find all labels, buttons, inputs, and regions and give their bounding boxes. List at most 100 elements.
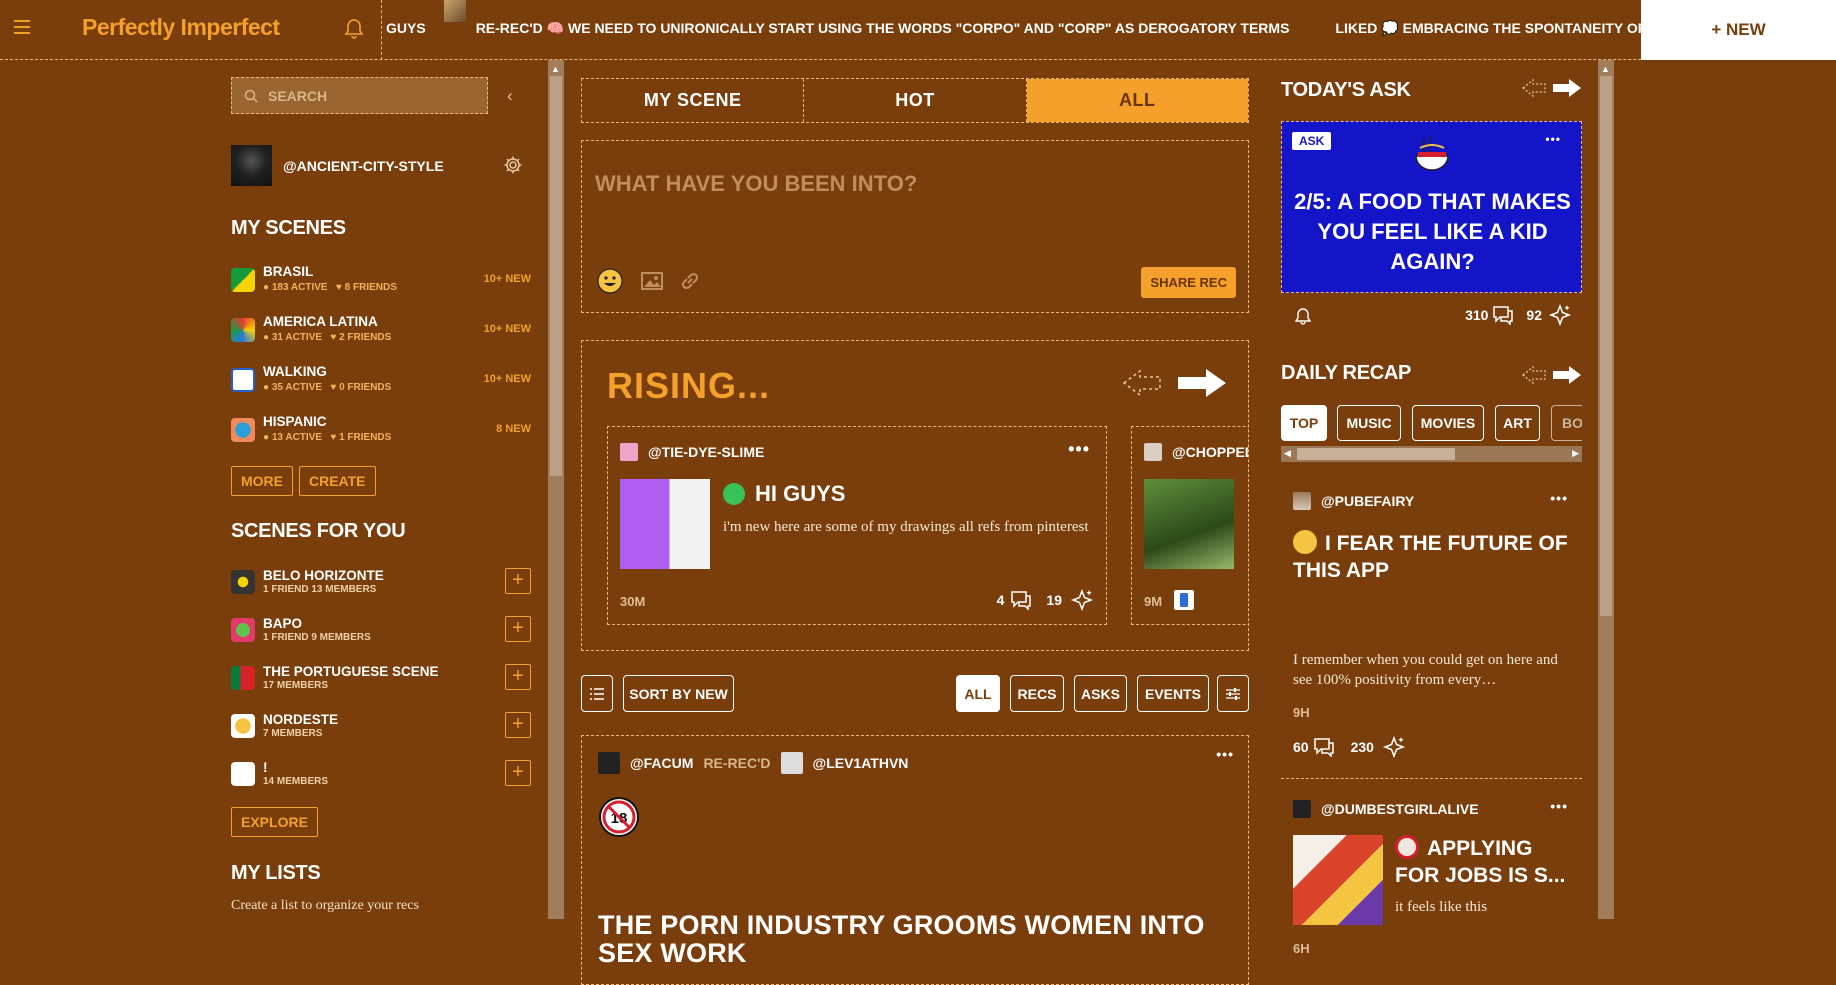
more-options-icon[interactable]: ••• [1216,746,1234,762]
scene-icon [231,570,255,594]
ask-prev-arrow-icon[interactable] [1522,78,1546,98]
scene-item-hispanic[interactable]: HISPANIC ● 13 ACTIVE ♥ 1 FRIENDS 8 NEW [231,412,531,452]
scrollbar-thumb[interactable] [1297,448,1455,460]
recap-card[interactable]: @DUMBESTGIRLALIVE ••• APPLYING FOR JOBS … [1281,740,1582,925]
card-handle: @CHOPPED [1172,444,1249,460]
scene-meta: ● 183 ACTIVE ♥ 8 FRIENDS [263,282,397,293]
card-header[interactable]: @CHOPPED [1144,443,1249,461]
recap-tab-top[interactable]: TOP [1281,405,1327,441]
scene-item-brasil[interactable]: BRASIL ● 183 ACTIVE ♥ 8 FRIENDS 10+ NEW [231,262,531,302]
card-thumbnail[interactable] [1144,479,1234,569]
sort-by-new-button[interactable]: SORT BY NEW [623,675,734,712]
card-header[interactable]: @TIE-DYE-SLIME [620,443,764,461]
recap-tabs-scrollbar[interactable]: ◀ ▶ [1281,446,1582,462]
gear-icon[interactable] [503,155,523,175]
left-scrollbar[interactable]: ▲ [548,60,564,919]
scrollbar-thumb[interactable] [1600,76,1612,616]
recap-next-arrow-icon[interactable] [1553,366,1581,384]
rising-card[interactable]: @CHOPPED 9M [1131,426,1249,625]
comment-icon[interactable] [1010,590,1032,610]
recap-tab-music[interactable]: MUSIC [1337,405,1401,441]
rerec-by[interactable]: @LEV1ATHVN [813,755,909,771]
join-scene-button[interactable]: + [505,760,531,786]
tab-my-scene[interactable]: MY SCENE [582,79,805,122]
create-scene-button[interactable]: CREATE [299,466,376,496]
notification-bell-icon[interactable] [344,18,364,40]
suggested-scene-the-portuguese-scene[interactable]: THE PORTUGUESE SCENE 17 MEMBERS + [231,664,531,704]
recap-prev-arrow-icon[interactable] [1522,365,1546,385]
join-scene-button[interactable]: + [505,664,531,690]
carousel-next-arrow-icon[interactable] [1178,369,1226,397]
rising-title: RISING... [607,365,771,406]
explore-button[interactable]: EXPLORE [231,807,318,837]
scroll-up-arrow-icon[interactable]: ▲ [1601,64,1610,74]
filter-settings-icon[interactable] [1217,675,1249,712]
filter-all-button[interactable]: ALL [956,675,1000,712]
suggested-scene-nordeste[interactable]: NORDESTE 7 MEMBERS + [231,712,531,752]
filter-recs-button[interactable]: RECS [1010,675,1064,712]
scroll-up-arrow-icon[interactable]: ▲ [551,64,560,74]
ticker-item[interactable]: GUYS [386,0,426,56]
recap-tab-books[interactable]: BO [1551,405,1582,441]
hamburger-menu-icon[interactable] [14,20,30,34]
new-post-button[interactable]: + NEW [1641,0,1836,60]
share-rec-button[interactable]: SHARE REC [1141,267,1236,298]
more-options-icon[interactable]: ••• [1545,132,1561,146]
image-icon[interactable] [638,267,666,295]
filter-asks-button[interactable]: ASKS [1074,675,1127,712]
right-scrollbar[interactable]: ▲ [1598,60,1614,919]
link-icon[interactable] [676,267,704,295]
list-view-icon[interactable] [581,675,613,712]
ask-badge: ASK [1292,132,1332,150]
suggested-scene-belo-horizonte[interactable]: BELO HORIZONTE 1 FRIEND 13 MEMBERS + [231,568,531,608]
ask-like-count: 92 [1526,307,1542,323]
join-scene-button[interactable]: + [505,712,531,738]
suggested-scene-exclamation[interactable]: ! 14 MEMBERS + [231,760,531,800]
todays-ask-card[interactable]: ASK ••• 2/5: A FOOD THAT MAKES YOU FEEL … [1281,121,1582,293]
more-options-icon[interactable]: ••• [1068,439,1090,460]
sparkle-icon[interactable] [1070,588,1094,612]
scene-icon [231,318,255,342]
ask-next-arrow-icon[interactable] [1553,79,1581,97]
suggested-scene-bapo[interactable]: BAPO 1 FRIEND 9 MEMBERS + [231,616,531,656]
card-thumbnail[interactable] [1293,835,1383,925]
card-header[interactable]: @PUBEFAIRY [1293,492,1414,510]
bell-icon[interactable] [1295,307,1311,325]
more-scenes-button[interactable]: MORE [231,466,293,496]
join-scene-button[interactable]: + [505,568,531,594]
feed-post[interactable]: @FACUM RE-REC'D @LEV1ATHVN ••• 18 THE PO… [581,735,1249,985]
search-input[interactable]: SEARCH [231,77,488,114]
app-logo[interactable]: Perfectly Imperfect [82,14,280,41]
scroll-right-arrow-icon[interactable]: ▶ [1572,448,1579,459]
recap-tab-movies[interactable]: MOVIES [1412,405,1484,441]
collapse-sidebar-icon[interactable]: ‹ [507,86,513,106]
phone-icon [1174,590,1194,610]
sparkle-icon[interactable] [1548,303,1572,327]
post-author[interactable]: @FACUM [630,755,693,771]
rising-card[interactable]: @TIE-DYE-SLIME ••• HI GUYS i'm new here … [607,426,1107,625]
recap-card[interactable]: @PUBEFAIRY ••• I FEAR THE FUTURE OF THIS… [1281,490,1582,772]
join-scene-button[interactable]: + [505,616,531,642]
more-options-icon[interactable]: ••• [1550,490,1568,506]
tab-all[interactable]: ALL [1026,79,1248,122]
ticker-item[interactable]: LIKED 💭 EMBRACING THE SPONTANEITY OF IT [1335,0,1641,56]
scene-item-walking[interactable]: WALKING ● 35 ACTIVE ♥ 0 FRIENDS 10+ NEW [231,362,531,402]
profile-row[interactable]: @ANCIENT-CITY-STYLE [231,145,444,186]
comment-count: 4 [996,592,1005,608]
card-header[interactable]: @DUMBESTGIRLALIVE [1293,800,1479,818]
tab-hot[interactable]: HOT [804,79,1027,122]
ticker-item[interactable]: RE-REC'D 🧠 WE NEED TO UNIRONICALLY START… [476,0,1290,56]
comment-icon[interactable] [1492,305,1514,325]
filter-events-button[interactable]: EVENTS [1137,675,1209,712]
carousel-prev-arrow-icon[interactable] [1122,369,1161,397]
profile-handle: @ANCIENT-CITY-STYLE [283,157,444,174]
clown-face-icon [1395,835,1419,859]
post-composer[interactable]: WHAT HAVE YOU BEEN INTO? SHARE REC [581,140,1249,313]
scroll-left-arrow-icon[interactable]: ◀ [1284,448,1291,459]
card-thumbnail[interactable] [620,479,710,569]
more-options-icon[interactable]: ••• [1550,798,1568,814]
scene-item-america-latina[interactable]: AMERICA LATINA ● 31 ACTIVE ♥ 2 FRIENDS 1… [231,312,531,352]
emoji-icon[interactable] [596,267,624,295]
recap-tab-art[interactable]: ART [1495,405,1540,441]
scrollbar-thumb[interactable] [550,76,562,476]
